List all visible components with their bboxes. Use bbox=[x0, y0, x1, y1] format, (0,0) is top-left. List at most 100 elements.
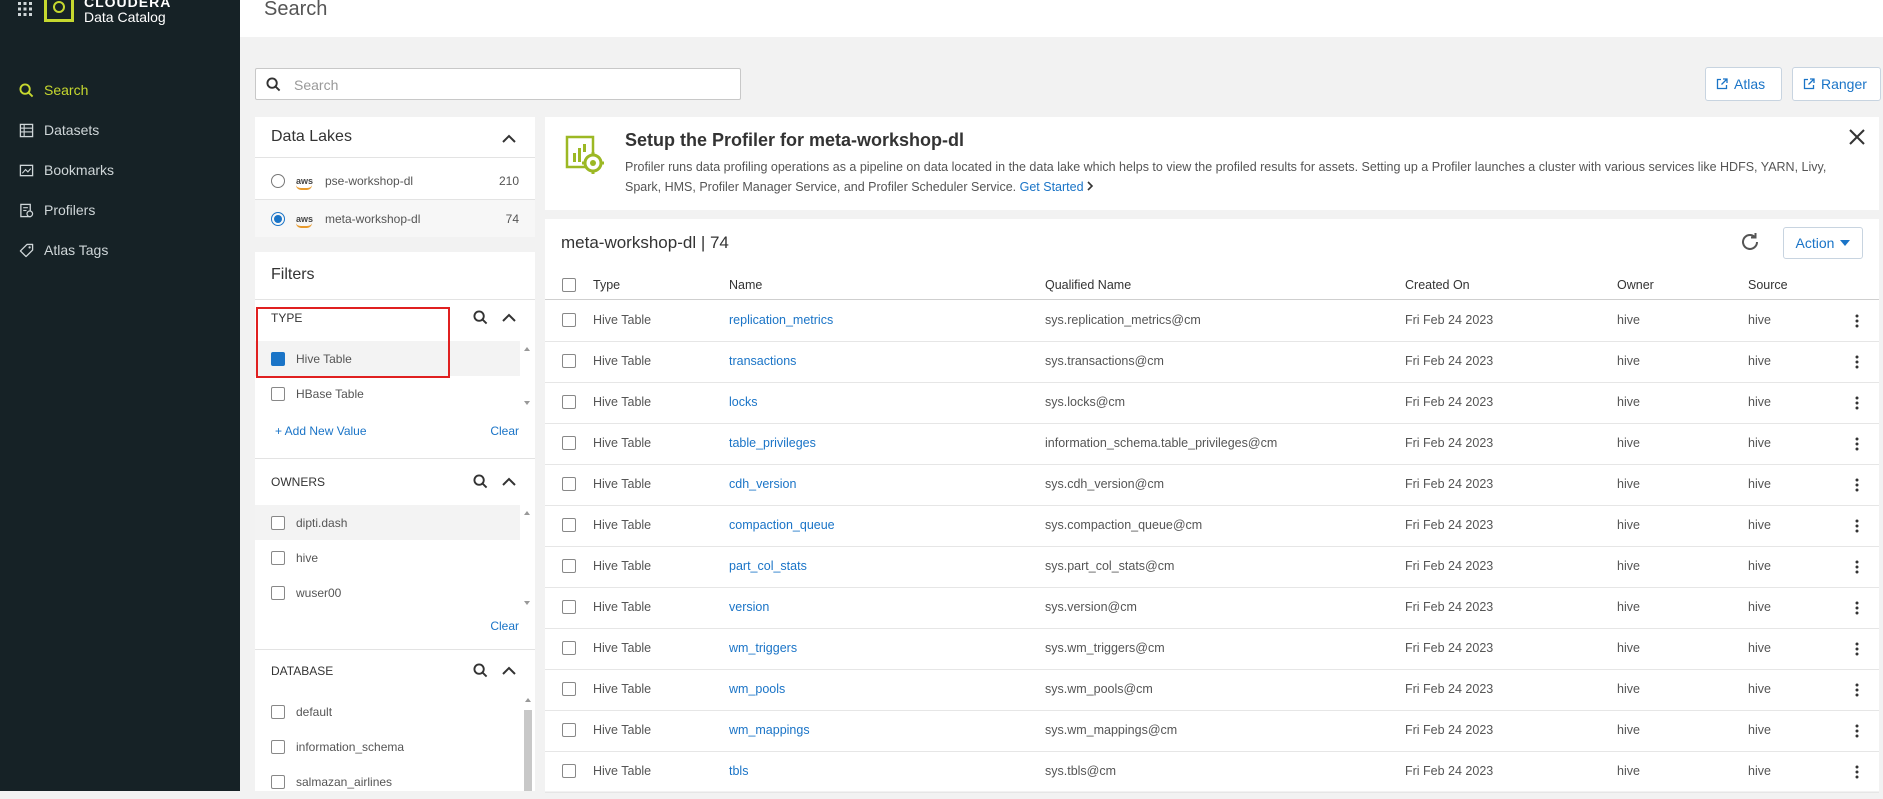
row-checkbox[interactable] bbox=[562, 641, 576, 655]
data-lake-item[interactable]: aws pse-workshop-dl 210 bbox=[255, 162, 535, 200]
table-row[interactable]: Hive Table wm_mappings sys.wm_mappings@cm F… bbox=[545, 710, 1879, 752]
kebab-menu-icon[interactable] bbox=[1855, 765, 1859, 779]
owner-option[interactable]: dipti.dash bbox=[255, 505, 520, 540]
cell-name-link[interactable]: part_col_stats bbox=[729, 559, 807, 573]
select-all-checkbox[interactable] bbox=[562, 278, 576, 292]
cell-name-link[interactable]: transactions bbox=[729, 354, 796, 368]
sidebar-item-bookmarks[interactable]: Bookmarks bbox=[0, 150, 240, 190]
cell-name-link[interactable]: locks bbox=[729, 395, 757, 409]
search-input[interactable] bbox=[292, 73, 726, 97]
cell-owner: hive bbox=[1617, 477, 1640, 491]
row-checkbox[interactable] bbox=[562, 723, 576, 737]
column-header-owner[interactable]: Owner bbox=[1617, 278, 1654, 292]
table-row[interactable]: Hive Table transactions sys.transactions@c… bbox=[545, 341, 1879, 383]
table-row[interactable]: Hive Table part_col_stats sys.part_col_sta… bbox=[545, 546, 1879, 588]
kebab-menu-icon[interactable] bbox=[1855, 642, 1859, 656]
get-started-link[interactable]: Get Started bbox=[1020, 180, 1094, 194]
checkbox[interactable] bbox=[271, 585, 285, 600]
database-option[interactable]: default bbox=[255, 694, 520, 729]
chevron-up-icon[interactable] bbox=[501, 662, 517, 678]
table-row[interactable]: Hive Table compaction_queue sys.compaction… bbox=[545, 505, 1879, 547]
sidebar-item-profilers[interactable]: Profilers bbox=[0, 190, 240, 230]
checkbox[interactable] bbox=[271, 386, 285, 401]
row-checkbox[interactable] bbox=[562, 559, 576, 573]
row-checkbox[interactable] bbox=[562, 518, 576, 532]
checkbox[interactable] bbox=[271, 739, 285, 754]
kebab-menu-icon[interactable] bbox=[1855, 560, 1859, 574]
table-row[interactable]: Hive Table table_privileges information_sc… bbox=[545, 423, 1879, 465]
checkbox[interactable] bbox=[271, 704, 285, 719]
kebab-menu-icon[interactable] bbox=[1855, 683, 1859, 697]
type-scrollbar[interactable] bbox=[523, 345, 531, 407]
kebab-menu-icon[interactable] bbox=[1855, 724, 1859, 738]
table-row[interactable]: Hive Table wm_pools sys.wm_pools@cm Fri Feb… bbox=[545, 669, 1879, 711]
table-row[interactable]: Hive Table version sys.version@cm Fri Feb 2… bbox=[545, 587, 1879, 629]
table-row[interactable]: Hive Table replication_metrics sys.replica… bbox=[545, 300, 1879, 342]
row-checkbox[interactable] bbox=[562, 436, 576, 450]
close-icon[interactable] bbox=[1847, 127, 1867, 147]
owners-clear-link[interactable]: Clear bbox=[490, 619, 519, 633]
add-new-value-link[interactable]: + Add New Value bbox=[275, 424, 367, 438]
kebab-menu-icon[interactable] bbox=[1855, 396, 1859, 410]
atlas-link-button[interactable]: Atlas bbox=[1705, 67, 1782, 101]
chevron-up-icon[interactable] bbox=[501, 309, 517, 325]
type-option-hbase-table[interactable]: HBase Table bbox=[255, 376, 520, 411]
cell-name-link[interactable]: compaction_queue bbox=[729, 518, 835, 532]
owner-option[interactable]: wuser00 bbox=[255, 575, 520, 610]
cell-name-link[interactable]: wm_pools bbox=[729, 682, 785, 696]
kebab-menu-icon[interactable] bbox=[1855, 519, 1859, 533]
lake-radio[interactable] bbox=[271, 173, 285, 188]
database-option[interactable]: information_schema bbox=[255, 729, 520, 764]
row-checkbox[interactable] bbox=[562, 477, 576, 491]
row-checkbox[interactable] bbox=[562, 395, 576, 409]
database-option[interactable]: salmazan_airlines bbox=[255, 764, 520, 799]
cell-name-link[interactable]: wm_triggers bbox=[729, 641, 797, 655]
sidebar-item-search[interactable]: Search bbox=[0, 70, 240, 110]
table-row[interactable]: Hive Table cdh_version sys.cdh_version@cm F… bbox=[545, 464, 1879, 506]
action-dropdown-button[interactable]: Action bbox=[1783, 227, 1863, 259]
row-checkbox[interactable] bbox=[562, 313, 576, 327]
row-checkbox[interactable] bbox=[562, 600, 576, 614]
table-row[interactable]: Hive Table locks sys.locks@cm Fri Feb 24 20… bbox=[545, 382, 1879, 424]
type-clear-link[interactable]: Clear bbox=[490, 424, 519, 438]
kebab-menu-icon[interactable] bbox=[1855, 314, 1859, 328]
table-row[interactable]: Hive Table wm_triggers sys.wm_triggers@cm F… bbox=[545, 628, 1879, 670]
apps-grid-icon[interactable] bbox=[18, 2, 32, 16]
column-header-source[interactable]: Source bbox=[1748, 278, 1788, 292]
cell-name-link[interactable]: version bbox=[729, 600, 769, 614]
checkbox[interactable] bbox=[271, 515, 285, 530]
ranger-link-button[interactable]: Ranger bbox=[1792, 67, 1881, 101]
row-checkbox[interactable] bbox=[562, 764, 576, 778]
cell-name-link[interactable]: table_privileges bbox=[729, 436, 816, 450]
owner-option[interactable]: hive bbox=[255, 540, 520, 575]
sidebar-item-atlas-tags[interactable]: Atlas Tags bbox=[0, 230, 240, 270]
cell-name-link[interactable]: wm_mappings bbox=[729, 723, 810, 737]
search-icon[interactable] bbox=[472, 473, 488, 489]
column-header-type[interactable]: Type bbox=[593, 278, 620, 292]
cell-name-link[interactable]: replication_metrics bbox=[729, 313, 833, 327]
row-checkbox[interactable] bbox=[562, 682, 576, 696]
database-scrollbar[interactable] bbox=[523, 696, 532, 791]
search-icon[interactable] bbox=[472, 309, 488, 325]
checkbox[interactable] bbox=[271, 550, 285, 565]
kebab-menu-icon[interactable] bbox=[1855, 437, 1859, 451]
lake-radio[interactable] bbox=[271, 211, 285, 226]
search-icon[interactable] bbox=[472, 662, 488, 678]
sidebar-item-datasets[interactable]: Datasets bbox=[0, 110, 240, 150]
column-header-name[interactable]: Name bbox=[729, 278, 762, 292]
kebab-menu-icon[interactable] bbox=[1855, 601, 1859, 615]
kebab-menu-icon[interactable] bbox=[1855, 478, 1859, 492]
table-row[interactable]: Hive Table tbls sys.tbls@cm Fri Feb 24 2023… bbox=[545, 751, 1879, 793]
column-header-created-on[interactable]: Created On bbox=[1405, 278, 1470, 292]
row-checkbox[interactable] bbox=[562, 354, 576, 368]
data-lake-item[interactable]: aws meta-workshop-dl 74 bbox=[255, 200, 535, 237]
refresh-icon[interactable] bbox=[1739, 231, 1761, 253]
checkbox[interactable] bbox=[271, 774, 285, 789]
chevron-up-icon[interactable] bbox=[501, 130, 517, 146]
column-header-qualified-name[interactable]: Qualified Name bbox=[1045, 278, 1131, 292]
kebab-menu-icon[interactable] bbox=[1855, 355, 1859, 369]
cell-name-link[interactable]: cdh_version bbox=[729, 477, 796, 491]
owners-scrollbar[interactable] bbox=[523, 509, 531, 607]
cell-name-link[interactable]: tbls bbox=[729, 764, 748, 778]
chevron-up-icon[interactable] bbox=[501, 473, 517, 489]
